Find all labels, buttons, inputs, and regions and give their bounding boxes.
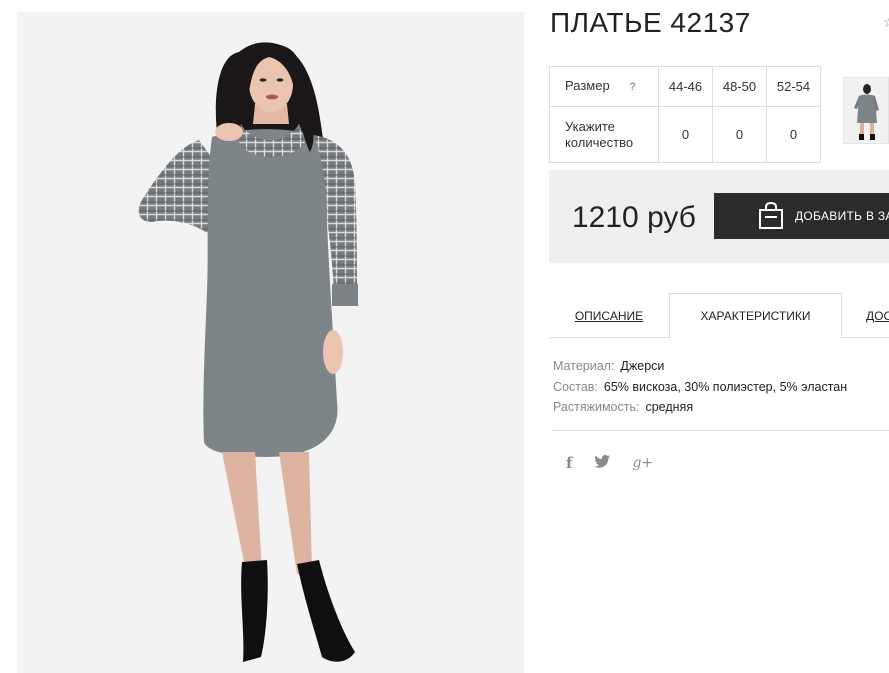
spec-key: Растяжимость: bbox=[553, 400, 640, 414]
spec-row-material: Материал: Джерси bbox=[553, 356, 847, 377]
size-label: Размер bbox=[565, 78, 610, 93]
divider bbox=[553, 430, 889, 431]
google-plus-icon[interactable]: g+ bbox=[632, 455, 653, 471]
spec-value: Джерси bbox=[620, 359, 665, 373]
spec-row-stretch: Растяжимость: средняя bbox=[553, 397, 847, 418]
size-help-icon[interactable]: ? bbox=[629, 79, 636, 95]
quantity-input-48-50[interactable]: 0 bbox=[712, 106, 767, 163]
size-label-cell: Размер ? bbox=[549, 66, 659, 107]
spec-value: средняя bbox=[645, 400, 694, 414]
spec-row-composition: Состав: 65% вискоза, 30% полиэстер, 5% эл… bbox=[553, 377, 847, 398]
thumbnail-model-illustration bbox=[854, 84, 879, 140]
size-row: Размер ? 44-46 48-50 52-54 bbox=[549, 66, 821, 107]
specs-list: Материал: Джерси Состав: 65% вискоза, 30% … bbox=[553, 356, 847, 418]
size-option-52-54: 52-54 bbox=[766, 66, 821, 107]
dress-model-illustration bbox=[138, 42, 358, 662]
price: 1210 руб bbox=[572, 201, 696, 234]
product-title: ПЛАТЬЕ 42137 bbox=[550, 7, 751, 38]
product-tabs: ОПИСАНИЕ ХАРАКТЕРИСТИКИ ДОС bbox=[549, 293, 889, 339]
quantity-input-52-54[interactable]: 0 bbox=[766, 106, 821, 163]
spec-key: Состав: bbox=[553, 379, 598, 394]
facebook-icon[interactable]: f bbox=[566, 454, 572, 472]
add-to-cart-label: ДОБАВИТЬ В ЗА bbox=[795, 209, 889, 223]
quantity-label-line2: количество bbox=[565, 134, 634, 150]
shopping-bag-icon bbox=[758, 201, 784, 233]
favorite-star-icon[interactable]: ☆ bbox=[883, 14, 889, 31]
quantity-row: Укажите количество 0 0 0 bbox=[549, 106, 821, 163]
spec-key: Материал: bbox=[553, 359, 615, 373]
product-photo[interactable] bbox=[17, 12, 524, 673]
add-to-cart-button[interactable]: ДОБАВИТЬ В ЗА bbox=[714, 193, 889, 239]
quantity-input-44-46[interactable]: 0 bbox=[658, 106, 713, 163]
twitter-icon[interactable] bbox=[594, 454, 611, 472]
tab-delivery[interactable]: ДОС bbox=[842, 293, 889, 338]
size-option-48-50: 48-50 bbox=[712, 66, 767, 107]
product-thumbnail[interactable] bbox=[843, 77, 889, 144]
size-option-44-46: 44-46 bbox=[658, 66, 713, 107]
social-share: f g+ bbox=[566, 454, 653, 472]
tab-description[interactable]: ОПИСАНИЕ bbox=[549, 293, 669, 338]
price-box: 1210 руб ДОБАВИТЬ В ЗА bbox=[549, 170, 889, 263]
product-info-panel: ПЛАТЬЕ 42137 ☆ Размер ? 44-46 48-50 52-5… bbox=[549, 0, 889, 673]
tab-characteristics[interactable]: ХАРАКТЕРИСТИКИ bbox=[669, 293, 842, 339]
spec-value: 65% вискоза, 30% полиэстер, 5% эластан bbox=[603, 379, 848, 394]
quantity-label-line1: Укажите bbox=[565, 118, 615, 134]
quantity-label-cell: Укажите количество bbox=[549, 106, 659, 163]
size-table: Размер ? 44-46 48-50 52-54 Укажите колич… bbox=[549, 66, 821, 163]
